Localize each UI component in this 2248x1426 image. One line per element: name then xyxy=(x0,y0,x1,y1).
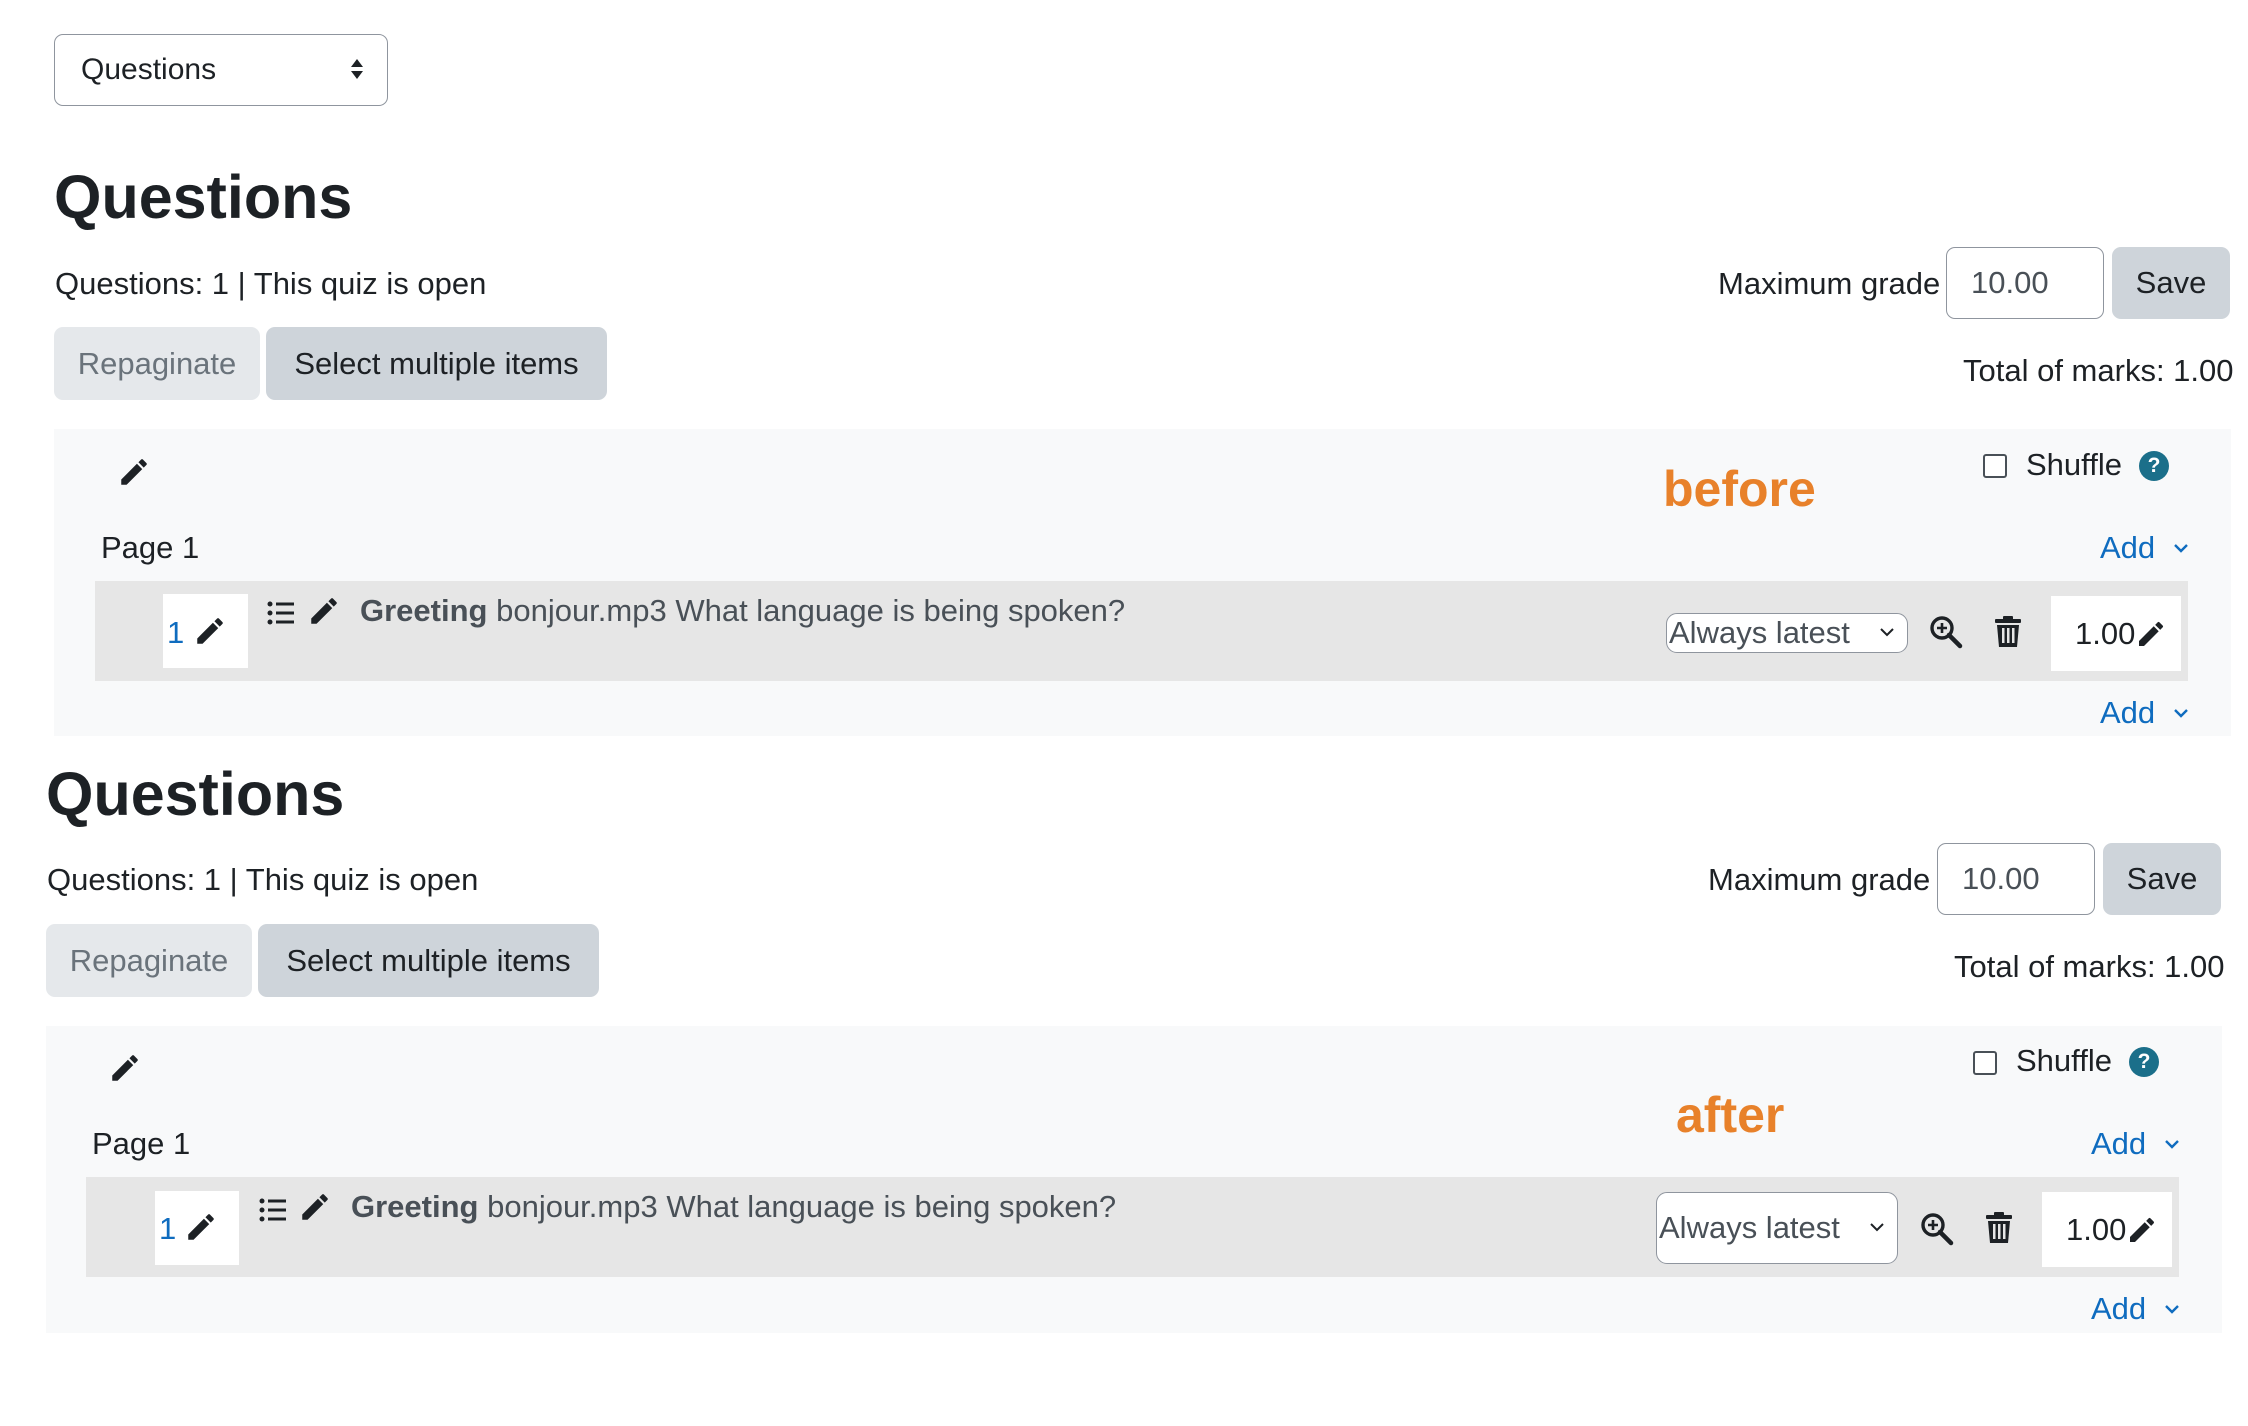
repaginate-button[interactable]: Repaginate xyxy=(46,924,252,997)
maximum-grade-value: 10.00 xyxy=(1962,861,2040,896)
save-button[interactable]: Save xyxy=(2103,843,2221,915)
help-icon[interactable]: ? xyxy=(2139,451,2169,481)
question-name: Greeting xyxy=(351,1189,479,1224)
page-label: Page 1 xyxy=(101,530,200,565)
pencil-icon[interactable] xyxy=(2135,618,2167,650)
pencil-icon[interactable] xyxy=(184,1210,218,1244)
annotation-label: after xyxy=(1676,1087,1785,1143)
add-menu-top[interactable]: Add xyxy=(2100,532,2189,563)
quiz-status: Questions: 1 | This quiz is open xyxy=(55,266,487,301)
question-text: Greeting bonjour.mp3 What language is be… xyxy=(360,595,1125,626)
question-text: Greeting bonjour.mp3 What language is be… xyxy=(351,1191,1116,1222)
save-button[interactable]: Save xyxy=(2112,247,2230,319)
question-number[interactable]: 1 xyxy=(159,1213,176,1244)
shuffle-checkbox[interactable] xyxy=(1973,1051,1997,1075)
mark-field[interactable]: 1.00 xyxy=(2042,1192,2172,1267)
add-menu-bottom[interactable]: Add xyxy=(2100,697,2189,728)
repaginate-button[interactable]: Repaginate xyxy=(54,327,260,400)
shuffle-label: Shuffle xyxy=(2016,1043,2112,1078)
page-title: Questions xyxy=(46,760,345,828)
version-select-value: Always latest xyxy=(1669,615,1850,650)
chevron-down-icon xyxy=(2164,1139,2180,1149)
pencil-icon[interactable] xyxy=(2126,1214,2158,1246)
maximum-grade-label: Maximum grade xyxy=(1718,266,1941,301)
page-title: Questions xyxy=(54,163,353,231)
view-select[interactable]: Questions xyxy=(54,34,388,106)
pencil-icon[interactable] xyxy=(108,1051,142,1085)
trash-icon[interactable] xyxy=(1985,1212,2013,1244)
pencil-icon[interactable] xyxy=(298,1190,332,1224)
version-select[interactable]: Always latest xyxy=(1656,1192,1898,1264)
add-link-label: Add xyxy=(2091,1126,2147,1161)
maximum-grade-input[interactable]: 10.00 xyxy=(1937,843,2095,915)
trash-icon[interactable] xyxy=(1994,616,2022,648)
chevron-down-icon xyxy=(2173,543,2189,553)
add-menu-bottom[interactable]: Add xyxy=(2091,1293,2180,1324)
add-menu-top[interactable]: Add xyxy=(2091,1128,2180,1159)
mark-value: 1.00 xyxy=(2075,615,2136,651)
version-select-value: Always latest xyxy=(1659,1210,1840,1245)
chevron-down-icon xyxy=(2164,1304,2180,1314)
chevron-down-icon xyxy=(1879,627,1895,637)
mark-value: 1.00 xyxy=(2066,1211,2127,1247)
pencil-icon[interactable] xyxy=(193,614,227,648)
pencil-icon[interactable] xyxy=(307,594,341,628)
search-icon[interactable] xyxy=(1920,1212,1954,1246)
annotation-label: before xyxy=(1663,461,1816,517)
version-select[interactable]: Always latest xyxy=(1666,613,1908,653)
list-icon xyxy=(258,1195,288,1225)
question-name: Greeting xyxy=(360,593,488,628)
question-body: bonjour.mp3 What language is being spoke… xyxy=(487,1189,1117,1224)
maximum-grade-value: 10.00 xyxy=(1971,265,2049,300)
maximum-grade-label: Maximum grade xyxy=(1708,862,1931,897)
add-link-label: Add xyxy=(2100,530,2156,565)
view-select-value: Questions xyxy=(81,53,217,86)
select-multiple-items-button[interactable]: Select multiple items xyxy=(266,327,607,400)
maximum-grade-input[interactable]: 10.00 xyxy=(1946,247,2104,319)
quiz-status: Questions: 1 | This quiz is open xyxy=(47,862,479,897)
help-icon[interactable]: ? xyxy=(2129,1047,2159,1077)
question-body: bonjour.mp3 What language is being spoke… xyxy=(496,593,1126,628)
total-of-marks: Total of marks: 1.00 xyxy=(1963,353,2234,388)
search-icon[interactable] xyxy=(1929,615,1963,649)
add-link-label: Add xyxy=(2091,1291,2147,1326)
chevron-down-icon xyxy=(1869,1222,1885,1232)
question-number[interactable]: 1 xyxy=(167,617,184,648)
updown-arrows-icon xyxy=(349,57,365,81)
shuffle-label: Shuffle xyxy=(2026,447,2122,482)
list-icon xyxy=(266,598,296,628)
page-label: Page 1 xyxy=(92,1126,191,1161)
shuffle-checkbox[interactable] xyxy=(1983,454,2007,478)
chevron-down-icon xyxy=(2173,708,2189,718)
mark-field[interactable]: 1.00 xyxy=(2051,596,2181,671)
select-multiple-items-button[interactable]: Select multiple items xyxy=(258,924,599,997)
pencil-icon[interactable] xyxy=(117,455,151,489)
add-link-label: Add xyxy=(2100,695,2156,730)
total-of-marks: Total of marks: 1.00 xyxy=(1954,949,2225,984)
